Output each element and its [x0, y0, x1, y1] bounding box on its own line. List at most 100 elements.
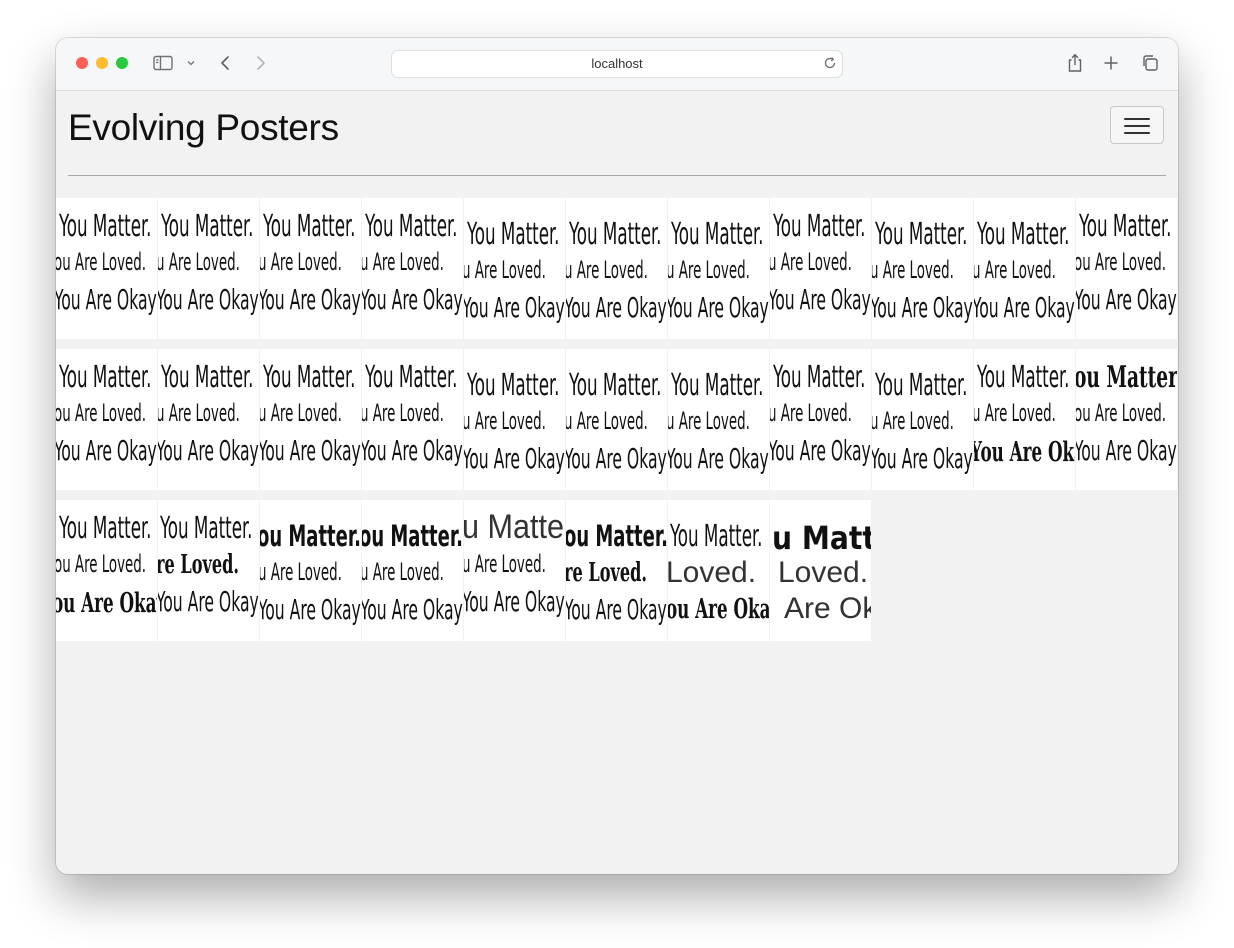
poster-line: You Matter. [569, 217, 662, 252]
poster-card[interactable]: You Matter. u Are Loved. You Are Okay [362, 349, 463, 490]
poster-line: You Matter. [59, 360, 152, 395]
share-icon[interactable] [1065, 52, 1085, 74]
poster-line: u Are Loved. [260, 558, 342, 586]
poster-line: ou Matter. [566, 519, 667, 553]
poster-line: You Matter. [875, 217, 968, 252]
back-arrow-icon[interactable] [216, 52, 234, 74]
poster-card[interactable]: You Matter. ou Are Loved. You Are Okay [56, 349, 157, 490]
poster-card[interactable]: You Matter. u Are Loved. You Are Okay [770, 198, 871, 339]
poster-card[interactable]: You Matter. u Are Loved. You Are Okay [158, 198, 259, 339]
poster-card[interactable]: You Matter. ou Are Loved. ou Are Okay [56, 500, 157, 641]
poster-line: You Matter. [977, 217, 1070, 252]
poster-line: Are Okay [784, 592, 871, 625]
poster-card[interactable]: You Matter. u Are Loved. You Are Okay [362, 198, 463, 339]
reload-icon[interactable] [822, 55, 838, 71]
poster-card[interactable]: You Matter. u Are Loved. You Are Okay [770, 349, 871, 490]
poster-line: ou Are Loved. [56, 399, 147, 427]
poster-line: ou Are Loved. [56, 248, 147, 276]
poster-line: u Matter. [464, 508, 565, 546]
poster-line: You Matter. [977, 360, 1070, 395]
poster-line: Loved. [778, 556, 869, 589]
sidebar-toggle-icon[interactable] [152, 52, 174, 74]
poster-line: You Matter. [671, 217, 764, 252]
poster-line: ou Are Loved. [1076, 399, 1167, 427]
poster-card[interactable]: You Matter. u Are Loved. You Are Okay [668, 198, 769, 339]
poster-card[interactable]: ou Matter. u Are Loved. You Are Okay [362, 500, 463, 641]
poster-line: ou Are Okay [56, 588, 157, 619]
poster-card[interactable]: You Matter. u Are Loved. You Are Okay [974, 349, 1075, 490]
poster-card[interactable]: You Matter. ou Are Loved. You Are Okay [1076, 198, 1177, 339]
poster-card[interactable]: You Matter. u Are Loved. You Are Okay [668, 349, 769, 490]
poster-card[interactable]: You Matter. u Are Loved. You Are Okay [464, 349, 565, 490]
poster-card[interactable]: You Matter. u Are Loved. You Are Okay [872, 198, 973, 339]
poster-line: u Are Loved. [974, 399, 1056, 427]
poster-line: Loved. [668, 556, 757, 589]
poster-line: You Are Okay [770, 434, 871, 467]
poster-line: You Matter. [773, 360, 866, 395]
poster-card[interactable]: You Matter. u Are Loved. You Are Okay [566, 349, 667, 490]
poster-line: You Are Okay [464, 442, 565, 475]
poster-card[interactable]: You Matter. u Are Loved. You Are Okay [566, 198, 667, 339]
poster-line: u Matter. [772, 519, 871, 557]
poster-card[interactable]: You Matter. u Are Loved. You Are Okay [974, 198, 1075, 339]
poster-line: You Matter. [773, 209, 866, 244]
poster-line: u Are Loved. [464, 407, 546, 435]
poster-line: You Matter. [59, 511, 152, 546]
poster-line: You Are Okay [158, 283, 259, 316]
poster-card[interactable]: ou Matter. ou Are Loved. You Are Okay [1076, 349, 1177, 490]
tab-overview-icon[interactable] [1139, 52, 1161, 74]
forward-arrow-icon[interactable] [252, 52, 270, 74]
poster-card[interactable]: You Matter.Loved. ou Are Okay [668, 500, 769, 641]
poster-line: You Matter. [671, 368, 764, 403]
poster-card[interactable]: You Matter. u Are Loved. You Are Okay [158, 349, 259, 490]
poster-card[interactable]: You Matter. ou Are Loved. You Are Okay [56, 198, 157, 339]
chevron-down-icon[interactable] [185, 52, 197, 74]
poster-line: ou Are Okay [668, 594, 769, 625]
poster-card[interactable]: ou Matter. re Loved. You Are Okay [566, 500, 667, 641]
close-window-button[interactable] [76, 57, 88, 69]
poster-line: You Matter. [263, 209, 356, 244]
poster-line: u Are Loved. [872, 407, 954, 435]
poster-line: ou Matter. [362, 519, 463, 553]
poster-line: You Are Okay [770, 283, 871, 316]
poster-line: You Are Okay [566, 593, 667, 626]
poster-line: u Are Loved. [362, 248, 444, 276]
poster-line: u Are Loved. [668, 256, 750, 284]
poster-line: ou Matter. [1076, 360, 1177, 395]
poster-line: u Are Loved. [158, 248, 240, 276]
poster-line: You Are Okay [260, 283, 361, 316]
poster-line: You Are Okay [260, 593, 361, 626]
poster-line: You Are Okay [362, 434, 463, 467]
poster-line: You Are Okay [362, 283, 463, 316]
poster-line: ou Are Loved. [56, 550, 147, 578]
poster-line: u Are Loved. [566, 256, 648, 284]
poster-line: You Are Okay [56, 434, 157, 467]
poster-card[interactable]: You Matter. re Loved. You Are Okay [158, 500, 259, 641]
poster-card[interactable]: You Matter. u Are Loved. You Are Okay [260, 198, 361, 339]
poster-card[interactable]: u Matter.Loved.Are Okay [770, 500, 871, 641]
poster-card[interactable]: ou Matter. u Are Loved. You Are Okay [260, 500, 361, 641]
poster-line: You Are Okay [566, 442, 667, 475]
poster-line: You Are Okay [872, 442, 973, 475]
poster-card[interactable]: You Matter. u Are Loved. You Are Okay [872, 349, 973, 490]
poster-line: You Matter. [467, 368, 560, 403]
poster-line: You Matter. [670, 519, 763, 554]
poster-line: You Matter. [569, 368, 662, 403]
poster-line: You Are Okay [158, 434, 259, 467]
poster-line: You Are Okay [464, 585, 565, 618]
poster-line: u Are Loved. [770, 399, 852, 427]
zoom-window-button[interactable] [116, 57, 128, 69]
new-tab-icon[interactable] [1101, 52, 1121, 74]
poster-card[interactable]: u Matter. u Are Loved. You Are Okay [464, 500, 565, 641]
hamburger-menu-button[interactable] [1110, 106, 1164, 144]
minimize-window-button[interactable] [96, 57, 108, 69]
poster-line: You Matter. [160, 511, 253, 546]
poster-line: u Are Loved. [260, 248, 342, 276]
poster-line: You Matter. [161, 360, 254, 395]
address-bar[interactable]: localhost [391, 50, 843, 78]
poster-card[interactable]: You Matter. u Are Loved. You Are Okay [464, 198, 565, 339]
address-url: localhost [591, 56, 643, 71]
poster-line: You Matter. [365, 209, 458, 244]
poster-card[interactable]: You Matter. u Are Loved. You Are Okay [260, 349, 361, 490]
poster-line: You Are Okay [872, 291, 973, 324]
